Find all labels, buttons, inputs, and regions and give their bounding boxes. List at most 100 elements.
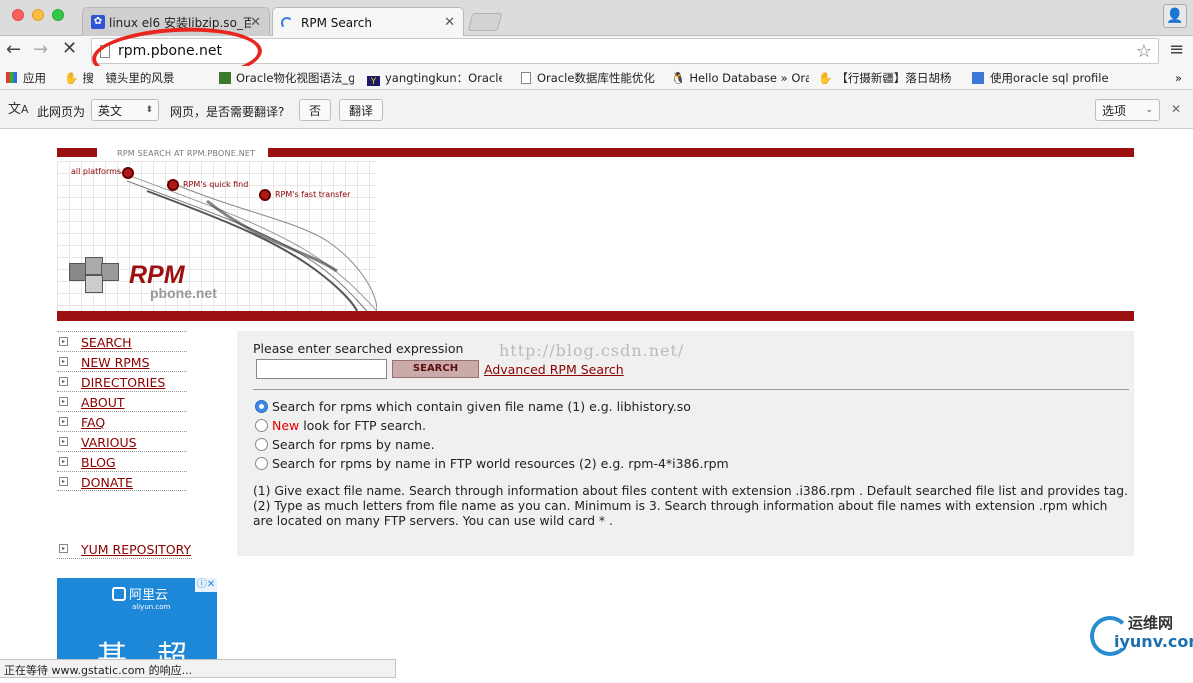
search-prompt: Please enter searched expression — [253, 341, 464, 356]
bookmark-apps[interactable]: 应用 — [6, 70, 61, 86]
back-arrow-icon[interactable]: ← — [6, 39, 21, 60]
close-window-button[interactable] — [12, 9, 24, 21]
bookmark-item[interactable]: 使用oracle sql profile — [972, 70, 1110, 86]
loading-spinner-icon — [281, 16, 293, 29]
close-translate-icon[interactable]: ✕ — [1171, 102, 1181, 116]
chevron-updown-icon: ⬍ — [145, 105, 153, 115]
bookmarks-bar: 应用 ✋ 搜 镜头里的风景 Oracle物化视图语法_g Yyangtingkun… — [0, 66, 1193, 90]
banner-marker-icon — [167, 179, 179, 191]
baidu-paw-icon: ✿ — [91, 15, 105, 29]
menu-item-faq[interactable]: ▸ FAQ — [57, 411, 187, 431]
translate-icon: 文A — [8, 102, 29, 117]
option-by-name[interactable]: Search for rpms by name. — [255, 437, 435, 452]
radio-button[interactable] — [255, 457, 268, 470]
page-content: RPM SEARCH AT RPM.PBONE.NET all platform… — [0, 130, 1193, 660]
radio-button[interactable] — [255, 438, 268, 451]
advanced-search-link[interactable]: Advanced RPM Search — [484, 362, 624, 377]
arrow-bullet-icon: ▸ — [59, 397, 68, 406]
menu-item-donate[interactable]: ▸ DONATE — [57, 471, 187, 491]
tab-rpm-search[interactable]: RPM Search ✕ — [272, 7, 464, 37]
chevron-down-icon: ⌄ — [1145, 105, 1153, 115]
blue-page-icon — [972, 72, 984, 84]
stop-loading-icon[interactable]: ✕ — [62, 38, 77, 59]
minimize-window-button[interactable] — [32, 9, 44, 21]
bookmarks-overflow-button[interactable]: » — [1175, 70, 1189, 86]
banner-label: RPM's fast transfer — [275, 190, 351, 199]
zoom-window-button[interactable] — [52, 9, 64, 21]
oracle-icon — [219, 72, 231, 84]
close-tab-icon[interactable]: ✕ — [444, 15, 455, 30]
translate-prefix: 此网页为 — [37, 105, 86, 119]
banner-marker-icon — [259, 189, 271, 201]
banner-label: all platforms — [71, 167, 122, 176]
note-1: (1) Give exact file name. Search through… — [253, 484, 1128, 498]
menu-item-new-rpms[interactable]: ▸ NEW RPMS — [57, 351, 187, 371]
status-bar: 正在等待 www.gstatic.com 的响应... — [0, 659, 396, 678]
search-input[interactable] — [256, 359, 387, 379]
watermark: http://blog.csdn.net/ — [499, 341, 685, 360]
banner-bottom-bar — [57, 311, 1134, 321]
profile-icon[interactable]: 👤 — [1163, 4, 1187, 28]
ad-headline: 甚 超 — [97, 640, 187, 660]
arrow-bullet-icon: ▸ — [59, 437, 68, 446]
new-tab-button[interactable] — [467, 13, 503, 31]
arrow-bullet-icon: ▸ — [59, 337, 68, 346]
option-file-name[interactable]: Search for rpms which contain given file… — [255, 399, 691, 414]
menu-item-blog[interactable]: ▸ BLOG — [57, 451, 187, 471]
menu-icon[interactable]: ≡ — [1169, 39, 1184, 60]
menu-item-about[interactable]: ▸ ABOUT — [57, 391, 187, 411]
bookmark-item[interactable]: Yyangtingkun：Oracle — [367, 70, 502, 86]
divider — [253, 389, 1129, 390]
translate-bar: 文A 此网页为 英文 ⬍ 网页，是否需要翻译? 否 翻译 选项 ⌄ ✕ — [0, 90, 1193, 129]
bookmark-item[interactable]: ✋ 【行摄新疆】落日胡杨 — [818, 70, 958, 86]
help-notes: (1) Give exact file name. Search through… — [253, 484, 1129, 529]
search-button[interactable]: SEARCH — [392, 360, 479, 378]
bookmark-item[interactable]: Oracle物化视图语法_g — [219, 70, 354, 86]
bookmark-item[interactable]: ✋ 搜 镜头里的风景 — [64, 70, 194, 86]
close-tab-icon[interactable]: ✕ — [250, 15, 261, 30]
arrow-bullet-icon: ▸ — [59, 544, 68, 553]
penguin-icon: 🐧 — [671, 71, 686, 85]
search-panel: Please enter searched expression SEARCH … — [237, 331, 1134, 556]
iyunv-logo: 运维网 iyunv.com — [1088, 610, 1193, 660]
bookmark-item[interactable]: 🐧 Hello Database » Ora — [671, 70, 809, 86]
tab-label: RPM Search — [301, 15, 372, 30]
menu-item-search[interactable]: ▸ SEARCH — [57, 331, 187, 351]
radio-button[interactable] — [255, 400, 268, 413]
translate-options-select[interactable]: 选项 ⌄ — [1095, 99, 1160, 121]
hand-icon: ✋ — [818, 71, 833, 85]
translate-button[interactable]: 翻译 — [339, 99, 383, 121]
option-ftp-name[interactable]: Search for rpms by name in FTP world res… — [255, 456, 729, 471]
yt-icon: Y — [367, 76, 380, 86]
ad-close-icon[interactable]: ⓘ✕ — [195, 578, 217, 592]
bookmark-item[interactable]: Oracle数据库性能优化 — [521, 70, 656, 86]
menu-item-yum-repository[interactable]: ▸ YUM REPOSITORY — [57, 539, 192, 559]
banner-label: RPM's quick find — [183, 180, 249, 189]
banner-image: all platforms RPM's quick find RPM's fas… — [57, 161, 377, 311]
option-ftp-search[interactable]: New look for FTP search. — [255, 418, 426, 433]
arrow-bullet-icon: ▸ — [59, 357, 68, 366]
note-2: (2) Type as much letters from file name … — [253, 499, 1108, 528]
source-language-select[interactable]: 英文 ⬍ — [91, 99, 159, 121]
menu-item-directories[interactable]: ▸ DIRECTORIES — [57, 371, 187, 391]
banner-marker-icon — [122, 167, 134, 179]
radio-button[interactable] — [255, 419, 268, 432]
page-icon — [521, 72, 531, 84]
aliyun-logo: 阿里云 aliyun.com — [112, 584, 170, 611]
banner-caption: RPM SEARCH AT RPM.PBONE.NET — [117, 149, 256, 158]
menu-item-various[interactable]: ▸ VARIOUS — [57, 431, 187, 451]
aliyun-icon — [112, 587, 126, 601]
hand-icon: ✋ — [64, 71, 79, 85]
bookmark-star-icon[interactable]: ☆ — [1136, 41, 1152, 62]
arrow-bullet-icon: ▸ — [59, 417, 68, 426]
banner-top-bar — [57, 148, 97, 157]
forward-arrow-icon[interactable]: → — [33, 39, 48, 60]
apps-grid-icon — [6, 72, 17, 83]
arrow-bullet-icon: ▸ — [59, 457, 68, 466]
advertisement[interactable]: ⓘ✕ 阿里云 aliyun.com 甚 超 — [57, 578, 217, 660]
translate-suffix: 网页，是否需要翻译? — [170, 105, 285, 119]
arrow-bullet-icon: ▸ — [59, 377, 68, 386]
rpm-logo-cubes-icon — [69, 257, 125, 297]
arrow-bullet-icon: ▸ — [59, 477, 68, 486]
translate-no-button[interactable]: 否 — [299, 99, 331, 121]
